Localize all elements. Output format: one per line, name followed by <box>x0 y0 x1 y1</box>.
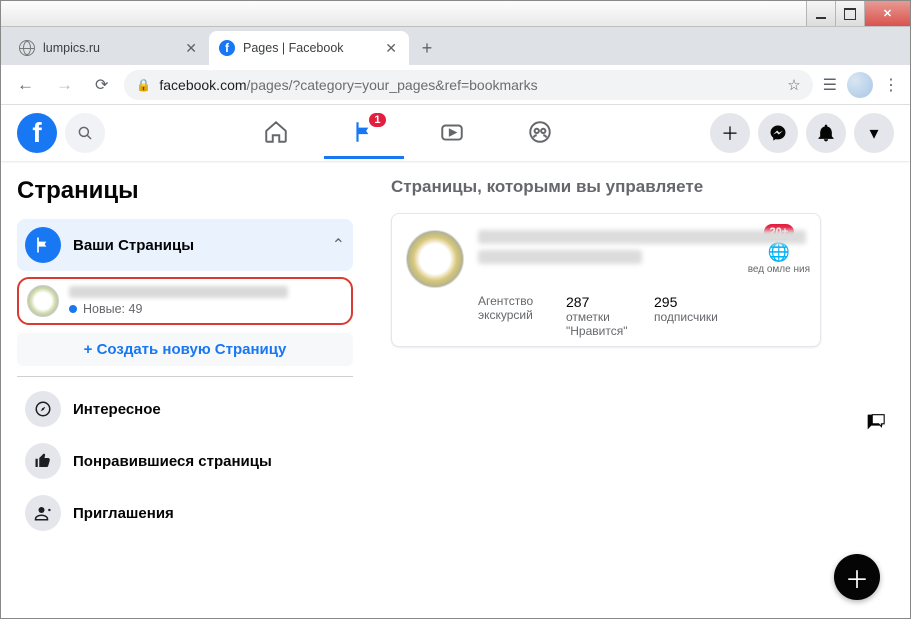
likes-stat: 287 отметки "Нравится" <box>566 294 636 338</box>
page-card[interactable]: 20+ 🌐 вед омле ния Агентство экскурсий 2… <box>391 213 821 347</box>
facebook-header: f 1 ＋ ▾ <box>1 105 910 161</box>
chrome-menu-button[interactable]: ⋮ <box>883 75 900 95</box>
discover-label: Интересное <box>73 401 345 418</box>
followers-stat: 295 подписчики <box>654 294 718 338</box>
page-info: Новые: 49 <box>69 286 343 316</box>
notif-label: вед омле ния <box>748 264 810 275</box>
bookmark-star-icon[interactable]: ☆ <box>787 76 800 94</box>
search-icon <box>76 124 94 142</box>
nav-watch[interactable] <box>412 107 492 159</box>
nav-pages[interactable]: 1 <box>324 107 404 159</box>
facebook-logo[interactable]: f <box>17 113 57 153</box>
liked-label: Понравившиеся страницы <box>73 453 345 470</box>
create-button[interactable]: ＋ <box>710 113 750 153</box>
page-category: Агентство экскурсий <box>478 294 548 338</box>
groups-icon <box>527 119 553 145</box>
facebook-search-button[interactable] <box>65 113 105 153</box>
facebook-body: Страницы Ваши Страницы ⌃ Новые: 49 <box>1 161 910 619</box>
facebook-right-controls: ＋ ▾ <box>710 113 894 153</box>
address-bar[interactable]: 🔒 facebook.com/pages/?category=your_page… <box>124 70 812 100</box>
reading-list-icon[interactable]: ☰ <box>823 75 837 95</box>
window-close-button[interactable]: ✕ <box>864 1 910 26</box>
chevron-up-icon: ⌃ <box>332 235 345 255</box>
window-maximize-button[interactable] <box>835 1 864 26</box>
sidebar-heading: Страницы <box>17 177 353 205</box>
page-title-blurred <box>478 230 806 244</box>
back-button[interactable]: ← <box>11 71 40 99</box>
messenger-icon <box>768 123 788 143</box>
facebook-center-nav: 1 <box>105 107 710 159</box>
tab-title: lumpics.ru <box>43 41 175 55</box>
thumbs-up-icon <box>25 443 61 479</box>
sidebar-invites[interactable]: Приглашения <box>17 487 353 539</box>
forward-button: → <box>50 71 79 99</box>
account-menu-button[interactable]: ▾ <box>854 113 894 153</box>
bell-icon <box>816 123 836 143</box>
page-list-item[interactable]: Новые: 49 <box>17 277 353 325</box>
browser-toolbar: ← → ⟳ 🔒 facebook.com/pages/?category=you… <box>1 65 910 105</box>
page-subtitle-blurred <box>478 250 642 264</box>
notifications-button[interactable] <box>806 113 846 153</box>
browser-tabstrip: lumpics.ru ✕ f Pages | Facebook ✕ + <box>1 27 910 65</box>
facebook-favicon: f <box>219 40 235 56</box>
create-page-button[interactable]: + Создать новую Страницу <box>17 333 353 366</box>
window-minimize-button[interactable] <box>806 1 835 26</box>
messages-icon[interactable] <box>864 411 886 438</box>
page-card-avatar <box>406 230 464 288</box>
home-icon <box>263 119 289 145</box>
close-tab-icon[interactable]: ✕ <box>183 38 199 59</box>
reload-button[interactable]: ⟳ <box>89 71 114 99</box>
your-pages-label: Ваши Страницы <box>73 237 320 254</box>
page-name-blurred <box>69 286 288 298</box>
pages-sidebar: Страницы Ваши Страницы ⌃ Новые: 49 <box>1 161 361 619</box>
sidebar-discover[interactable]: Интересное <box>17 383 353 435</box>
sidebar-liked-pages[interactable]: Понравившиеся страницы <box>17 435 353 487</box>
close-tab-icon[interactable]: ✕ <box>383 38 399 59</box>
tab-title: Pages | Facebook <box>243 41 375 55</box>
main-heading: Страницы, которыми вы управляете <box>391 177 910 197</box>
globe-icon <box>19 40 35 56</box>
browser-tab-facebook[interactable]: f Pages | Facebook ✕ <box>209 31 409 65</box>
new-count-label: Новые: 49 <box>83 302 142 316</box>
globe-icon: 🌐 <box>748 242 810 263</box>
user-plus-icon <box>25 495 61 531</box>
new-tab-button[interactable]: + <box>413 34 441 62</box>
nav-groups[interactable] <box>500 107 580 159</box>
compose-fab[interactable]: ＋ <box>834 554 880 600</box>
os-titlebar: ✕ <box>1 1 910 27</box>
invites-label: Приглашения <box>73 505 345 522</box>
messenger-button[interactable] <box>758 113 798 153</box>
sidebar-divider <box>17 376 353 377</box>
sidebar-your-pages[interactable]: Ваши Страницы ⌃ <box>17 219 353 271</box>
compass-icon <box>25 391 61 427</box>
nav-home[interactable] <box>236 107 316 159</box>
url-text: facebook.com/pages/?category=your_pages&… <box>159 77 779 93</box>
pages-main: Страницы, которыми вы управляете 20+ 🌐 в… <box>361 161 910 619</box>
app-window: ✕ lumpics.ru ✕ f Pages | Facebook ✕ + ← … <box>0 0 911 619</box>
page-avatar <box>27 285 59 317</box>
lock-icon: 🔒 <box>136 78 151 92</box>
pages-badge: 1 <box>369 113 385 127</box>
page-stats: Агентство экскурсий 287 отметки "Нравитс… <box>406 294 806 338</box>
chrome-profile-avatar[interactable] <box>847 72 873 98</box>
flag-icon <box>25 227 61 263</box>
unread-dot-icon <box>69 305 77 313</box>
browser-tab-lumpics[interactable]: lumpics.ru ✕ <box>9 31 209 65</box>
watch-icon <box>439 119 465 145</box>
